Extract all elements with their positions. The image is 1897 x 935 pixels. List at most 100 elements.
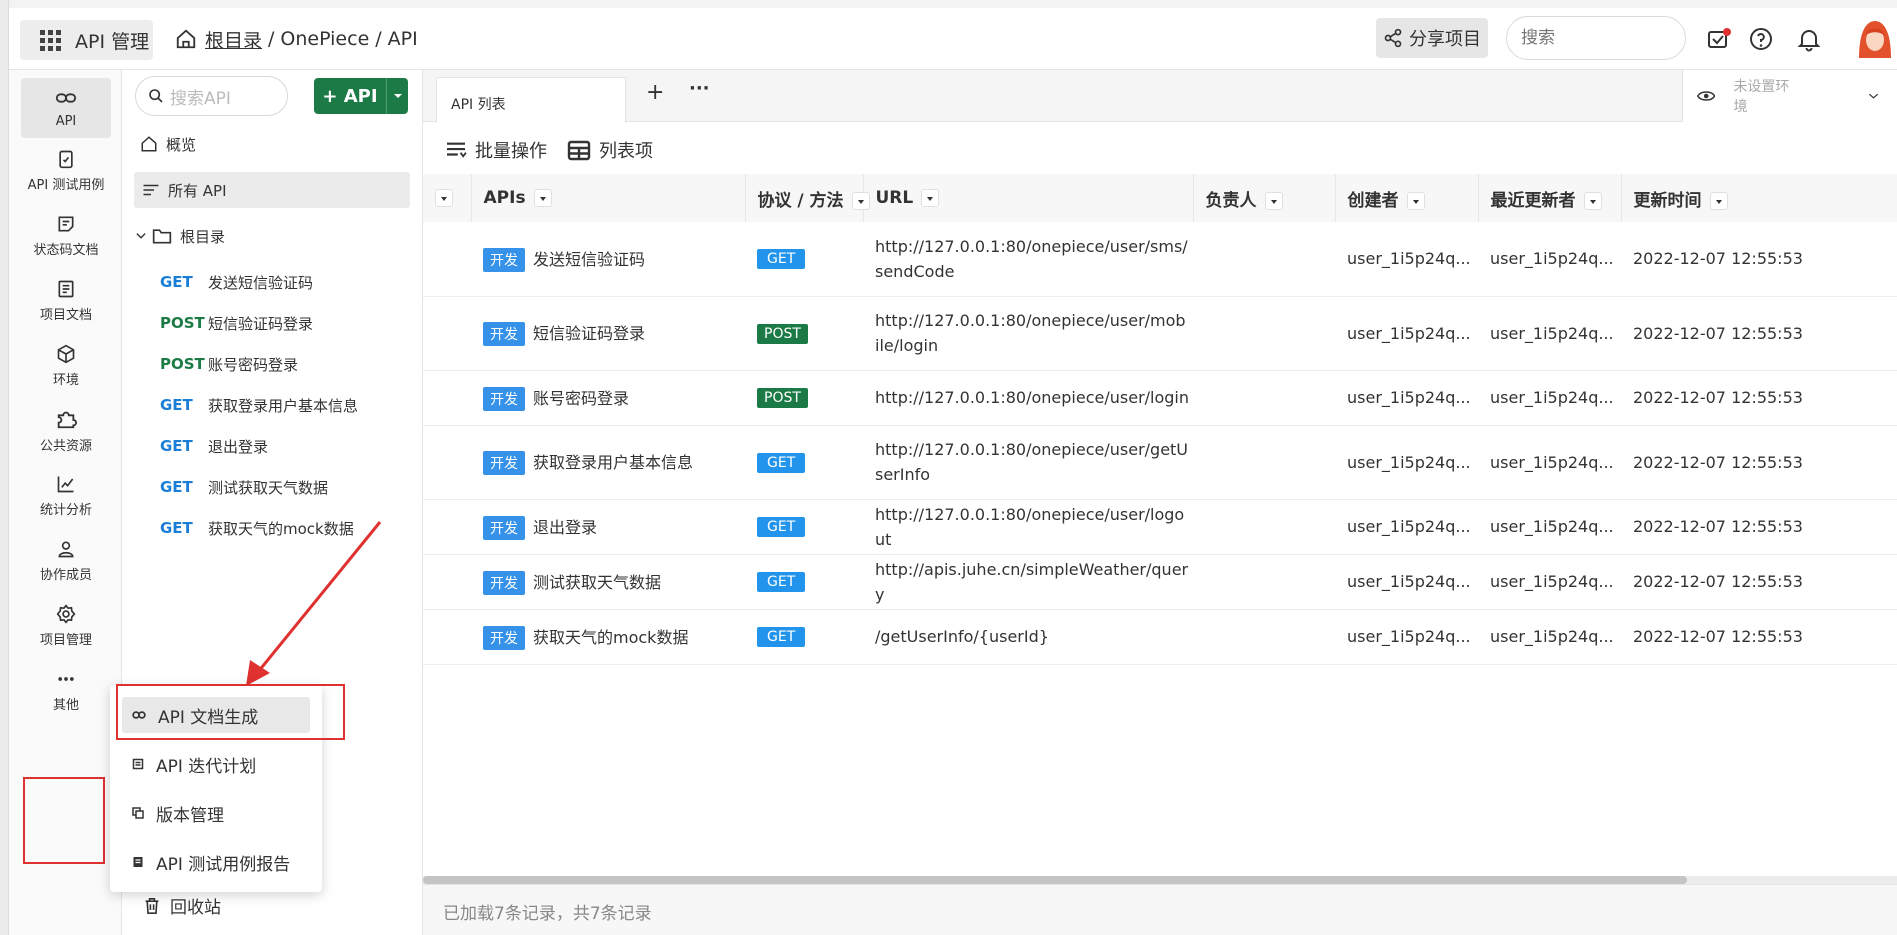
add-api-dropdown[interactable] xyxy=(386,78,408,114)
api-name[interactable]: 测试获取天气数据 xyxy=(533,573,661,592)
tree-item-overview[interactable]: 概览 xyxy=(132,126,418,162)
rail-item-environment[interactable]: 环境 xyxy=(21,336,111,396)
tree-api-item[interactable]: GET 发送短信验证码 xyxy=(160,265,420,299)
scrollbar-thumb[interactable] xyxy=(423,876,1687,884)
column-filter-dropdown[interactable] xyxy=(533,189,552,207)
rail-item-api[interactable]: API xyxy=(21,78,111,138)
table-row[interactable]: 开发 退出登录 GET http://127.0.0.1:80/onepiece/… xyxy=(423,499,1897,555)
rail-item-project-docs[interactable]: 项目文档 xyxy=(21,271,111,331)
rail-item-other[interactable]: 其他 xyxy=(21,661,111,721)
add-tab-button[interactable]: + xyxy=(646,80,664,105)
column-header-protocol[interactable]: 协议 / 方法 xyxy=(745,174,870,222)
breadcrumb-root-link[interactable]: 根目录 xyxy=(205,26,262,53)
status-badge: 开发 xyxy=(483,386,525,411)
api-name[interactable]: 短信验证码登录 xyxy=(533,324,645,343)
api-name[interactable]: 账号密码登录 xyxy=(533,389,629,408)
column-settings-button[interactable]: 列表项 xyxy=(567,137,653,163)
column-header-owner[interactable]: 负责人 xyxy=(1193,174,1336,222)
column-filter-dropdown[interactable] xyxy=(1583,191,1602,210)
column-filter-dropdown[interactable] xyxy=(851,191,870,210)
table-row[interactable]: 开发 发送短信验证码 GET http://127.0.0.1:80/onepie… xyxy=(423,222,1897,297)
browser-strip xyxy=(0,0,1897,8)
tree-item-all-api[interactable]: 所有 API xyxy=(134,172,410,208)
updated-time-cell: 2022-12-07 12:55:53 xyxy=(1621,370,1897,426)
tab-more-button[interactable]: ··· xyxy=(689,78,710,99)
api-name[interactable]: 获取登录用户基本信息 xyxy=(533,453,693,472)
batch-operation-button[interactable]: 批量操作 xyxy=(445,137,547,163)
tree-item-label: 根目录 xyxy=(180,227,226,246)
url-cell: http://127.0.0.1:80/onepiece/user/logout xyxy=(863,499,1193,555)
api-name-cell: 开发 短信验证码登录 xyxy=(471,296,745,371)
app-menu-button[interactable]: API 管理 xyxy=(20,20,153,60)
status-badge: 开发 xyxy=(483,247,525,272)
status-badge: 开发 xyxy=(483,625,525,650)
rail-item-status-code-docs[interactable]: 状态码文档 xyxy=(21,206,111,266)
column-filter-dropdown[interactable] xyxy=(1406,191,1425,210)
api-name-cell: 开发 退出登录 xyxy=(471,499,745,555)
tree-api-item[interactable]: POST 短信验证码登录 xyxy=(160,306,420,340)
table-row[interactable]: 开发 短信验证码登录 POST http://127.0.0.1:80/onepi… xyxy=(423,296,1897,371)
table-row[interactable]: 开发 账号密码登录 POST http://127.0.0.1:80/onepie… xyxy=(423,370,1897,426)
row-select-cell[interactable] xyxy=(423,609,471,665)
row-select-cell[interactable] xyxy=(423,370,471,426)
row-select-cell[interactable] xyxy=(423,499,471,555)
column-filter-dropdown[interactable] xyxy=(921,189,940,207)
column-header-apis[interactable]: APIs xyxy=(471,174,746,222)
table-row[interactable]: 开发 测试获取天气数据 GET http://apis.juhe.cn/simpl… xyxy=(423,554,1897,610)
api-name-cell: 开发 测试获取天气数据 xyxy=(471,554,745,610)
api-search-input[interactable]: 搜索API xyxy=(135,76,288,116)
method-label: GET xyxy=(160,478,193,496)
column-header-updated-time[interactable]: 更新时间 xyxy=(1621,174,1897,222)
tree-api-item[interactable]: POST 账号密码登录 xyxy=(160,347,420,381)
column-header-creator[interactable]: 创建者 xyxy=(1335,174,1479,222)
column-filter-dropdown[interactable] xyxy=(1709,191,1728,210)
add-api-button[interactable]: + API xyxy=(314,78,408,114)
horizontal-scrollbar[interactable] xyxy=(423,876,1897,884)
column-header-url[interactable]: URL xyxy=(863,174,1194,222)
row-select-cell[interactable] xyxy=(423,425,471,500)
creator-cell: user_1i5p24q... xyxy=(1335,222,1478,297)
rail-item-project-management[interactable]: 项目管理 xyxy=(21,596,111,656)
tree-item-label: 所有 API xyxy=(168,181,227,200)
rail-item-statistics[interactable]: 统计分析 xyxy=(21,466,111,526)
api-name-cell: 开发 账号密码登录 xyxy=(471,370,745,426)
row-select-cell[interactable] xyxy=(423,296,471,371)
method-label: GET xyxy=(160,273,193,291)
rail-item-label: 统计分析 xyxy=(39,503,92,518)
bell-icon[interactable] xyxy=(1796,26,1822,52)
environment-label: 未设置环境 xyxy=(1733,79,1790,115)
api-name[interactable]: 退出登录 xyxy=(533,518,597,537)
row-select-cell[interactable] xyxy=(423,222,471,297)
column-filter-dropdown[interactable] xyxy=(1264,191,1283,210)
select-all-header[interactable] xyxy=(423,174,472,222)
tree-api-item[interactable]: GET 获取登录用户基本信息 xyxy=(160,388,420,422)
tab-api-list[interactable]: API 列表 xyxy=(436,77,626,123)
menu-item-api-test-report[interactable]: API 测试用例报告 xyxy=(122,844,310,880)
table-row[interactable]: 开发 获取天气的mock数据 GET /getUserInfo/{userId} … xyxy=(423,609,1897,665)
updated-time-cell: 2022-12-07 12:55:53 xyxy=(1621,499,1897,555)
table-row[interactable]: 开发 获取登录用户基本信息 GET http://127.0.0.1:80/one… xyxy=(423,425,1897,500)
column-header-updater[interactable]: 最近更新者 xyxy=(1478,174,1622,222)
menu-item-version-management[interactable]: 版本管理 xyxy=(122,795,310,831)
tree-folder-root[interactable]: 根目录 xyxy=(132,218,418,254)
gear-icon xyxy=(56,604,76,624)
tree-api-item[interactable]: GET 测试获取天气数据 xyxy=(160,470,420,504)
avatar[interactable] xyxy=(1855,18,1895,60)
row-select-cell[interactable] xyxy=(423,554,471,610)
help-icon[interactable] xyxy=(1748,26,1774,52)
tab-bar: API 列表 + ··· 未设置环境 xyxy=(423,70,1897,123)
environment-selector[interactable]: 未设置环境 xyxy=(1682,70,1897,122)
tree-api-item[interactable]: GET 获取天气的mock数据 xyxy=(160,511,420,545)
api-name[interactable]: 获取天气的mock数据 xyxy=(533,628,688,647)
share-project-button[interactable]: 分享项目 xyxy=(1376,18,1488,58)
rail-item-members[interactable]: 协作成员 xyxy=(21,531,111,591)
task-check-icon[interactable] xyxy=(1706,26,1732,52)
tree-api-item[interactable]: GET 退出登录 xyxy=(160,429,420,463)
api-name[interactable]: 发送短信验证码 xyxy=(533,250,645,269)
recycle-bin[interactable]: 回收站 xyxy=(144,893,221,918)
global-search-input[interactable] xyxy=(1506,16,1686,60)
menu-item-api-iteration-plan[interactable]: API 迭代计划 xyxy=(122,746,310,782)
breadcrumb-project[interactable]: OnePiece xyxy=(280,28,369,50)
rail-item-public-resources[interactable]: 公共资源 xyxy=(21,401,111,461)
rail-item-api-test-cases[interactable]: API 测试用例 xyxy=(21,141,111,201)
